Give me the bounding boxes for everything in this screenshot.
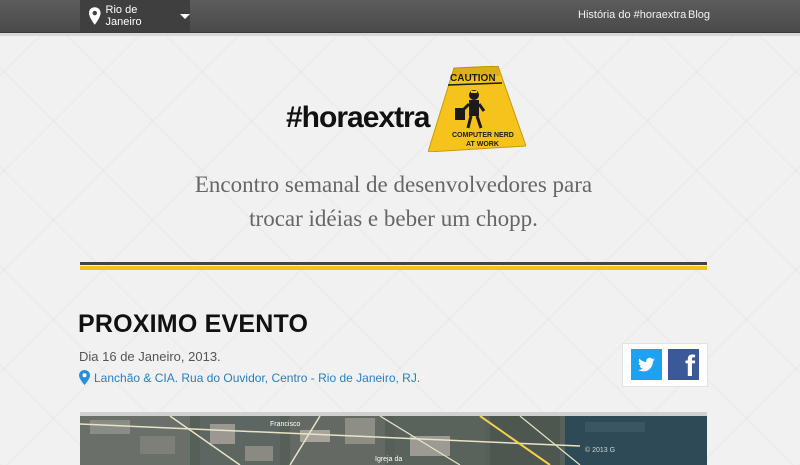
city-selector[interactable]: Rio de Janeiro (80, 0, 190, 32)
tagline-line1: Encontro semanal de desenvolvedores para (194, 172, 593, 197)
map-marker-icon (79, 370, 90, 385)
sign-caution-text: CAUTION (450, 73, 496, 84)
event-location-link[interactable]: Lanchão & CIA. Rua do Ouvidor, Centro - … (94, 371, 420, 385)
event-location[interactable]: Lanchão & CIA. Rua do Ouvidor, Centro - … (79, 370, 420, 385)
map-label-francisco: Francisco (270, 421, 300, 428)
top-navigation-bar: Rio de Janeiro História do #horaextra Bl… (0, 0, 800, 33)
divider-dark (80, 262, 707, 265)
sign-line1-text: COMPUTER NERD (452, 132, 514, 139)
sign-line2-text: AT WORK (466, 141, 499, 148)
share-buttons: f (622, 343, 708, 387)
caution-sign-logo: CAUTION COMPUTER NERD AT WORK (428, 66, 526, 152)
site-tagline: Encontro semanal de desenvolvedores para… (80, 168, 707, 236)
tagline-line2: trocar idéias e beber um chopp. (249, 206, 538, 231)
event-date: Dia 16 de Janeiro, 2013. (79, 349, 221, 364)
twitter-share-button[interactable] (631, 349, 662, 380)
city-label: Rio de Janeiro (105, 4, 142, 28)
map-copyright: © 2013 G (585, 446, 615, 454)
map-label-igreja: Igreja da (375, 456, 402, 463)
site-logo-text: #horaextra (286, 101, 430, 134)
satellite-map-tiles: Francisco Igreja da © 2013 G (80, 416, 707, 465)
location-pin-icon (88, 7, 101, 25)
event-map[interactable]: Francisco Igreja da © 2013 G (80, 416, 707, 465)
nav-link-blog[interactable]: Blog (688, 9, 710, 21)
topbar-divider (0, 33, 800, 36)
twitter-icon (638, 357, 655, 372)
chevron-down-icon (180, 13, 190, 19)
divider-yellow (80, 266, 707, 270)
facebook-share-button[interactable]: f (668, 349, 699, 380)
nav-link-history[interactable]: História do #horaextra (578, 9, 686, 21)
facebook-icon: f (685, 350, 695, 380)
next-event-heading: PROXIMO EVENTO (78, 310, 309, 338)
